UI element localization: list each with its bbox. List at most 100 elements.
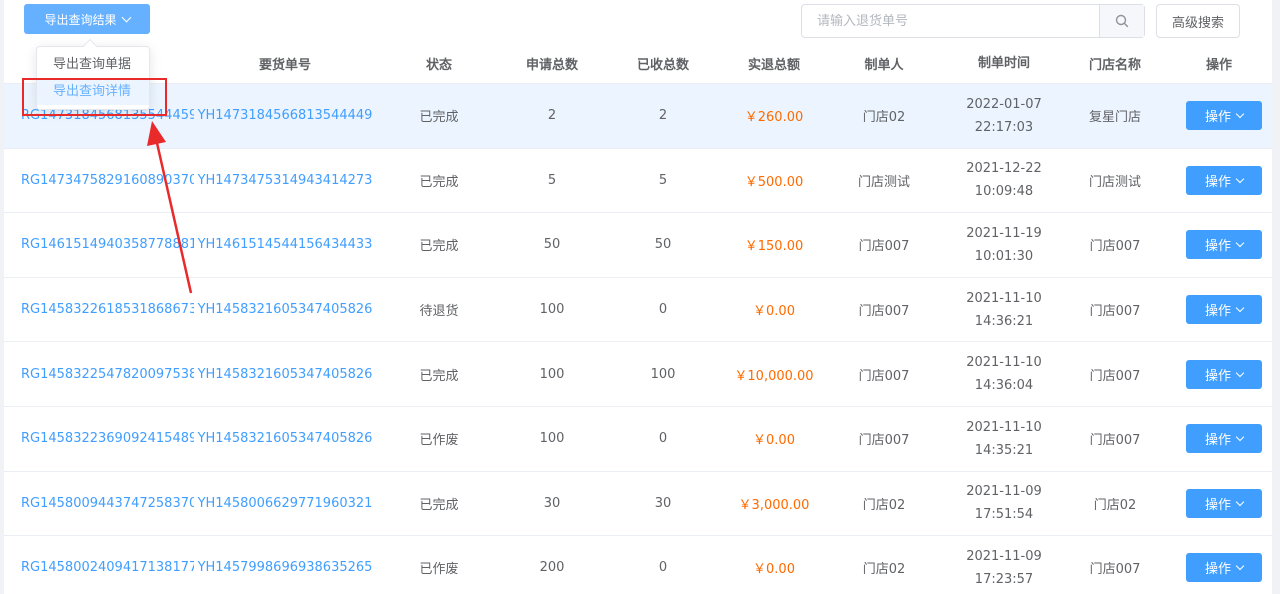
- store-name-cell: 门店测试: [1088, 174, 1141, 190]
- chevron-down-icon: [1235, 303, 1245, 313]
- actions-cell: 操作: [1166, 553, 1272, 583]
- header-applied: 申请总数: [525, 58, 578, 73]
- order-no-link[interactable]: YH1473184566813544449: [194, 108, 376, 123]
- store-name-cell: 门店007: [1089, 433, 1141, 449]
- amount-cell: ￥260.00: [744, 110, 804, 126]
- table-row: RG1458322369092415489 YH14583216053474058…: [4, 407, 1272, 472]
- row-actions-label: 操作: [1204, 562, 1231, 578]
- return-no-link[interactable]: RG1473184568135544459: [4, 108, 194, 123]
- amount-cell: ￥150.00: [744, 239, 804, 255]
- received-count-cell: 0: [658, 560, 668, 576]
- export-results-label: 导出查询结果: [44, 12, 117, 27]
- menu-item-export-documents[interactable]: 导出查询单据: [37, 51, 149, 78]
- applied-count-cell: 200: [539, 560, 565, 576]
- return-no-link[interactable]: RG1473475829160890370: [4, 173, 194, 188]
- row-actions-button[interactable]: 操作: [1186, 359, 1262, 389]
- return-no-link[interactable]: RG1458322618531868673: [4, 302, 194, 317]
- advanced-search-button[interactable]: 高级搜索: [1156, 4, 1240, 38]
- header-store: 门店名称: [1088, 58, 1141, 73]
- table-row: RG1458009443747258370 YH14580066297719603…: [4, 472, 1272, 537]
- created-time-cell: 2021-11-19 10:01:30: [966, 225, 1042, 264]
- row-actions-label: 操作: [1204, 174, 1231, 190]
- chevron-down-icon: [1235, 562, 1245, 571]
- row-actions-button[interactable]: 操作: [1186, 424, 1262, 454]
- header-amount: 实退总额: [747, 58, 800, 73]
- page: 导出查询结果 高级搜索 要货单号 状态 申请总数 已收总数 实退总额 制单人 制…: [4, 0, 1272, 594]
- applied-count-cell: 2: [547, 108, 557, 124]
- search-icon: [1115, 14, 1129, 28]
- applied-count-cell: 100: [539, 431, 565, 447]
- amount-cell: ￥3,000.00: [738, 497, 810, 513]
- actions-cell: 操作: [1166, 295, 1272, 325]
- results-table: 要货单号 状态 申请总数 已收总数 实退总额 制单人 制单时间 门店名称 操作 …: [4, 44, 1272, 594]
- amount-cell: ￥10,000.00: [734, 368, 814, 384]
- table-row: RG1458322547820097538 YH14583216053474058…: [4, 342, 1272, 407]
- applied-count-cell: 5: [547, 172, 557, 188]
- applied-count-cell: 30: [543, 495, 561, 511]
- return-no-link[interactable]: RG1458322547820097538: [4, 367, 194, 382]
- menu-item-export-details[interactable]: 导出查询详情: [37, 78, 149, 105]
- export-results-button[interactable]: 导出查询结果: [24, 4, 150, 34]
- header-actions: 操作: [1205, 58, 1232, 73]
- order-no-link[interactable]: YH1458321605347405826: [194, 431, 376, 446]
- status-cell: 已作废: [419, 433, 459, 449]
- received-count-cell: 50: [654, 237, 672, 253]
- actions-cell: 操作: [1166, 424, 1272, 454]
- created-time-cell: 2021-11-10 14:35:21: [966, 419, 1042, 458]
- applied-count-cell: 100: [539, 302, 565, 318]
- store-name-cell: 门店007: [1089, 562, 1141, 578]
- chevron-down-icon: [1235, 497, 1245, 507]
- creator-cell: 门店007: [858, 304, 910, 320]
- return-no-link[interactable]: RG1458009443747258370: [4, 496, 194, 511]
- search-box: [801, 4, 1145, 38]
- store-name-cell: 复星门店: [1088, 110, 1141, 126]
- actions-cell: 操作: [1166, 230, 1272, 260]
- received-count-cell: 0: [658, 302, 668, 318]
- order-no-link[interactable]: YH1473475314943414273: [194, 173, 376, 188]
- return-no-link[interactable]: RG1461514940358778881: [4, 237, 194, 252]
- created-time-cell: 2022-01-07 22:17:03: [966, 96, 1042, 135]
- chevron-down-icon: [1235, 174, 1245, 184]
- creator-cell: 门店007: [858, 239, 910, 255]
- search-button[interactable]: [1099, 5, 1144, 37]
- applied-count-cell: 100: [539, 366, 565, 382]
- chevron-down-icon: [1235, 110, 1245, 119]
- table-header: 要货单号 状态 申请总数 已收总数 实退总额 制单人 制单时间 门店名称 操作: [4, 44, 1272, 84]
- table-row: RG1473184568135544459 YH14731845668135444…: [4, 84, 1272, 149]
- chevron-down-icon: [121, 12, 131, 22]
- header-time: 制单时间: [977, 56, 1030, 71]
- table-row: RG1458322618531868673 YH14583216053474058…: [4, 278, 1272, 343]
- row-actions-button[interactable]: 操作: [1186, 101, 1262, 131]
- row-actions-label: 操作: [1204, 239, 1231, 255]
- order-no-link[interactable]: YH1457998696938635265: [194, 560, 376, 575]
- order-no-link[interactable]: YH1458321605347405826: [194, 367, 376, 382]
- table-body: RG1473184568135544459 YH14731845668135444…: [4, 84, 1272, 594]
- amount-cell: ￥0.00: [753, 304, 795, 320]
- store-name-cell: 门店007: [1089, 304, 1141, 320]
- table-row: RG1461514940358778881 YH14615145441564344…: [4, 213, 1272, 278]
- order-no-link[interactable]: YH1458321605347405826: [194, 302, 376, 317]
- order-no-link[interactable]: YH1461514544156434433: [194, 237, 376, 252]
- row-actions-button[interactable]: 操作: [1186, 553, 1262, 583]
- creator-cell: 门店007: [858, 368, 910, 384]
- actions-cell: 操作: [1166, 359, 1272, 389]
- table-row: RG1458002409417138177 YH14579986969386352…: [4, 536, 1272, 594]
- amount-cell: ￥0.00: [753, 433, 795, 449]
- order-no-link[interactable]: YH1458006629771960321: [194, 496, 376, 511]
- search-input[interactable]: [802, 5, 1099, 37]
- status-cell: 已完成: [419, 174, 459, 190]
- row-actions-button[interactable]: 操作: [1186, 488, 1262, 518]
- row-actions-button[interactable]: 操作: [1186, 230, 1262, 260]
- row-actions-label: 操作: [1204, 368, 1231, 384]
- row-actions-button[interactable]: 操作: [1186, 295, 1262, 325]
- creator-cell: 门店02: [862, 110, 906, 126]
- return-no-link[interactable]: RG1458002409417138177: [4, 560, 194, 575]
- row-actions-button[interactable]: 操作: [1186, 165, 1262, 195]
- actions-cell: 操作: [1166, 165, 1272, 195]
- amount-cell: ￥0.00: [753, 562, 795, 578]
- store-name-cell: 门店007: [1089, 239, 1141, 255]
- row-actions-label: 操作: [1204, 304, 1231, 320]
- creator-cell: 门店02: [862, 497, 906, 513]
- return-no-link[interactable]: RG1458322369092415489: [4, 431, 194, 446]
- chevron-down-icon: [1235, 239, 1245, 248]
